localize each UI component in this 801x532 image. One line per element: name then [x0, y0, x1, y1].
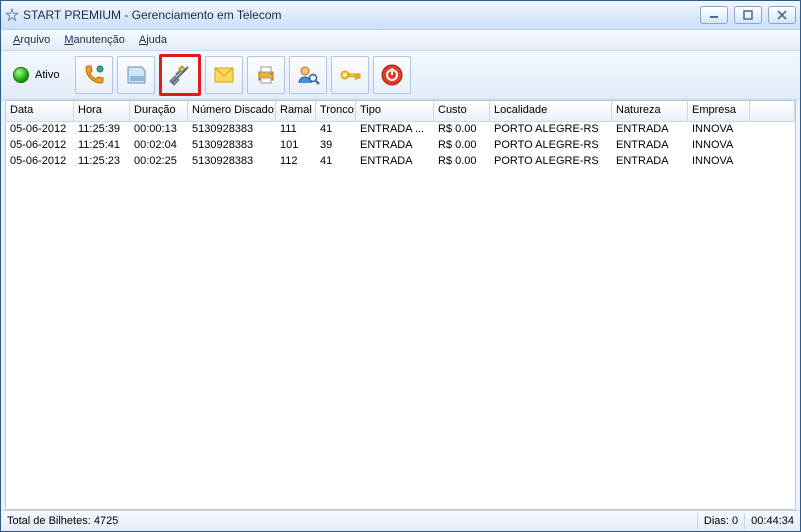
- cell-data: 05-06-2012: [6, 154, 74, 170]
- col-custo[interactable]: Custo: [434, 101, 490, 121]
- calls-button[interactable]: [75, 56, 113, 94]
- cell-dur: 00:00:13: [130, 122, 188, 138]
- cell-data: 05-06-2012: [6, 138, 74, 154]
- close-button[interactable]: [768, 6, 796, 24]
- print-button[interactable]: [247, 56, 285, 94]
- cell-tronco: 41: [316, 154, 356, 170]
- col-natureza[interactable]: Natureza: [612, 101, 688, 121]
- tools-button[interactable]: [159, 54, 201, 96]
- status-led-icon: [13, 67, 29, 83]
- cell-dur: 00:02:04: [130, 138, 188, 154]
- col-empresa[interactable]: Empresa: [688, 101, 750, 121]
- cell-custo: R$ 0.00: [434, 154, 490, 170]
- status-label: Ativo: [35, 69, 59, 81]
- status-dias: Dias: 0: [698, 513, 745, 529]
- col-tronco[interactable]: Tronco: [316, 101, 356, 121]
- cell-nat: ENTRADA: [612, 154, 688, 170]
- cell-hora: 11:25:23: [74, 154, 130, 170]
- status-clock: 00:44:34: [745, 513, 800, 529]
- cell-ramal: 111: [276, 122, 316, 138]
- grid-header: Data Hora Duração Número Discado Ramal T…: [6, 101, 795, 122]
- power-button[interactable]: [373, 56, 411, 94]
- statusbar: Total de Bilhetes: 4725 Dias: 0 00:44:34: [1, 510, 800, 531]
- cell-ramal: 112: [276, 154, 316, 170]
- cell-loc: PORTO ALEGRE-RS: [490, 138, 612, 154]
- cell-data: 05-06-2012: [6, 122, 74, 138]
- cell-num: 5130928383: [188, 154, 276, 170]
- col-localidade[interactable]: Localidade: [490, 101, 612, 121]
- col-data[interactable]: Data: [6, 101, 74, 121]
- cell-custo: R$ 0.00: [434, 138, 490, 154]
- cell-emp: INNOVA: [688, 138, 750, 154]
- database-button[interactable]: [117, 56, 155, 94]
- cell-num: 5130928383: [188, 122, 276, 138]
- col-tipo[interactable]: Tipo: [356, 101, 434, 121]
- cell-emp: INNOVA: [688, 122, 750, 138]
- cell-nat: ENTRADA: [612, 122, 688, 138]
- data-grid: Data Hora Duração Número Discado Ramal T…: [5, 100, 796, 510]
- table-row[interactable]: 05-06-201211:25:3900:00:1351309283831114…: [6, 122, 795, 138]
- menu-arquivo[interactable]: Arquivo: [7, 32, 56, 48]
- cell-ramal: 101: [276, 138, 316, 154]
- maximize-button[interactable]: [734, 6, 762, 24]
- toolbar: Ativo: [1, 51, 800, 100]
- col-numero[interactable]: Número Discado: [188, 101, 276, 121]
- cell-tronco: 39: [316, 138, 356, 154]
- app-window: START PREMIUM - Gerenciamento em Telecom…: [0, 0, 801, 532]
- cell-loc: PORTO ALEGRE-RS: [490, 154, 612, 170]
- window-title: START PREMIUM - Gerenciamento em Telecom: [23, 8, 700, 22]
- status-indicator: Ativo: [7, 63, 65, 87]
- cell-custo: R$ 0.00: [434, 122, 490, 138]
- minimize-button[interactable]: [700, 6, 728, 24]
- cell-tipo: ENTRADA ...: [356, 122, 434, 138]
- user-search-button[interactable]: [289, 56, 327, 94]
- grid-body[interactable]: 05-06-201211:25:3900:00:1351309283831114…: [6, 122, 795, 509]
- cell-tronco: 41: [316, 122, 356, 138]
- cell-hora: 11:25:39: [74, 122, 130, 138]
- cell-loc: PORTO ALEGRE-RS: [490, 122, 612, 138]
- cell-tipo: ENTRADA: [356, 154, 434, 170]
- table-row[interactable]: 05-06-201211:25:4100:02:0451309283831013…: [6, 138, 795, 154]
- col-filler: [750, 101, 795, 121]
- col-hora[interactable]: Hora: [74, 101, 130, 121]
- titlebar: START PREMIUM - Gerenciamento em Telecom: [1, 1, 800, 30]
- cell-hora: 11:25:41: [74, 138, 130, 154]
- col-duracao[interactable]: Duração: [130, 101, 188, 121]
- status-total: Total de Bilhetes: 4725: [1, 513, 698, 529]
- mail-button[interactable]: [205, 56, 243, 94]
- table-row[interactable]: 05-06-201211:25:2300:02:2551309283831124…: [6, 154, 795, 170]
- app-icon: [5, 8, 19, 22]
- menu-ajuda[interactable]: Ajuda: [133, 32, 173, 48]
- cell-dur: 00:02:25: [130, 154, 188, 170]
- window-controls: [700, 6, 796, 24]
- col-ramal[interactable]: Ramal: [276, 101, 316, 121]
- cell-emp: INNOVA: [688, 154, 750, 170]
- cell-tipo: ENTRADA: [356, 138, 434, 154]
- cell-num: 5130928383: [188, 138, 276, 154]
- key-button[interactable]: [331, 56, 369, 94]
- menu-manutencao[interactable]: Manutenção: [58, 32, 131, 48]
- menubar: Arquivo Manutenção Ajuda: [1, 30, 800, 51]
- cell-nat: ENTRADA: [612, 138, 688, 154]
